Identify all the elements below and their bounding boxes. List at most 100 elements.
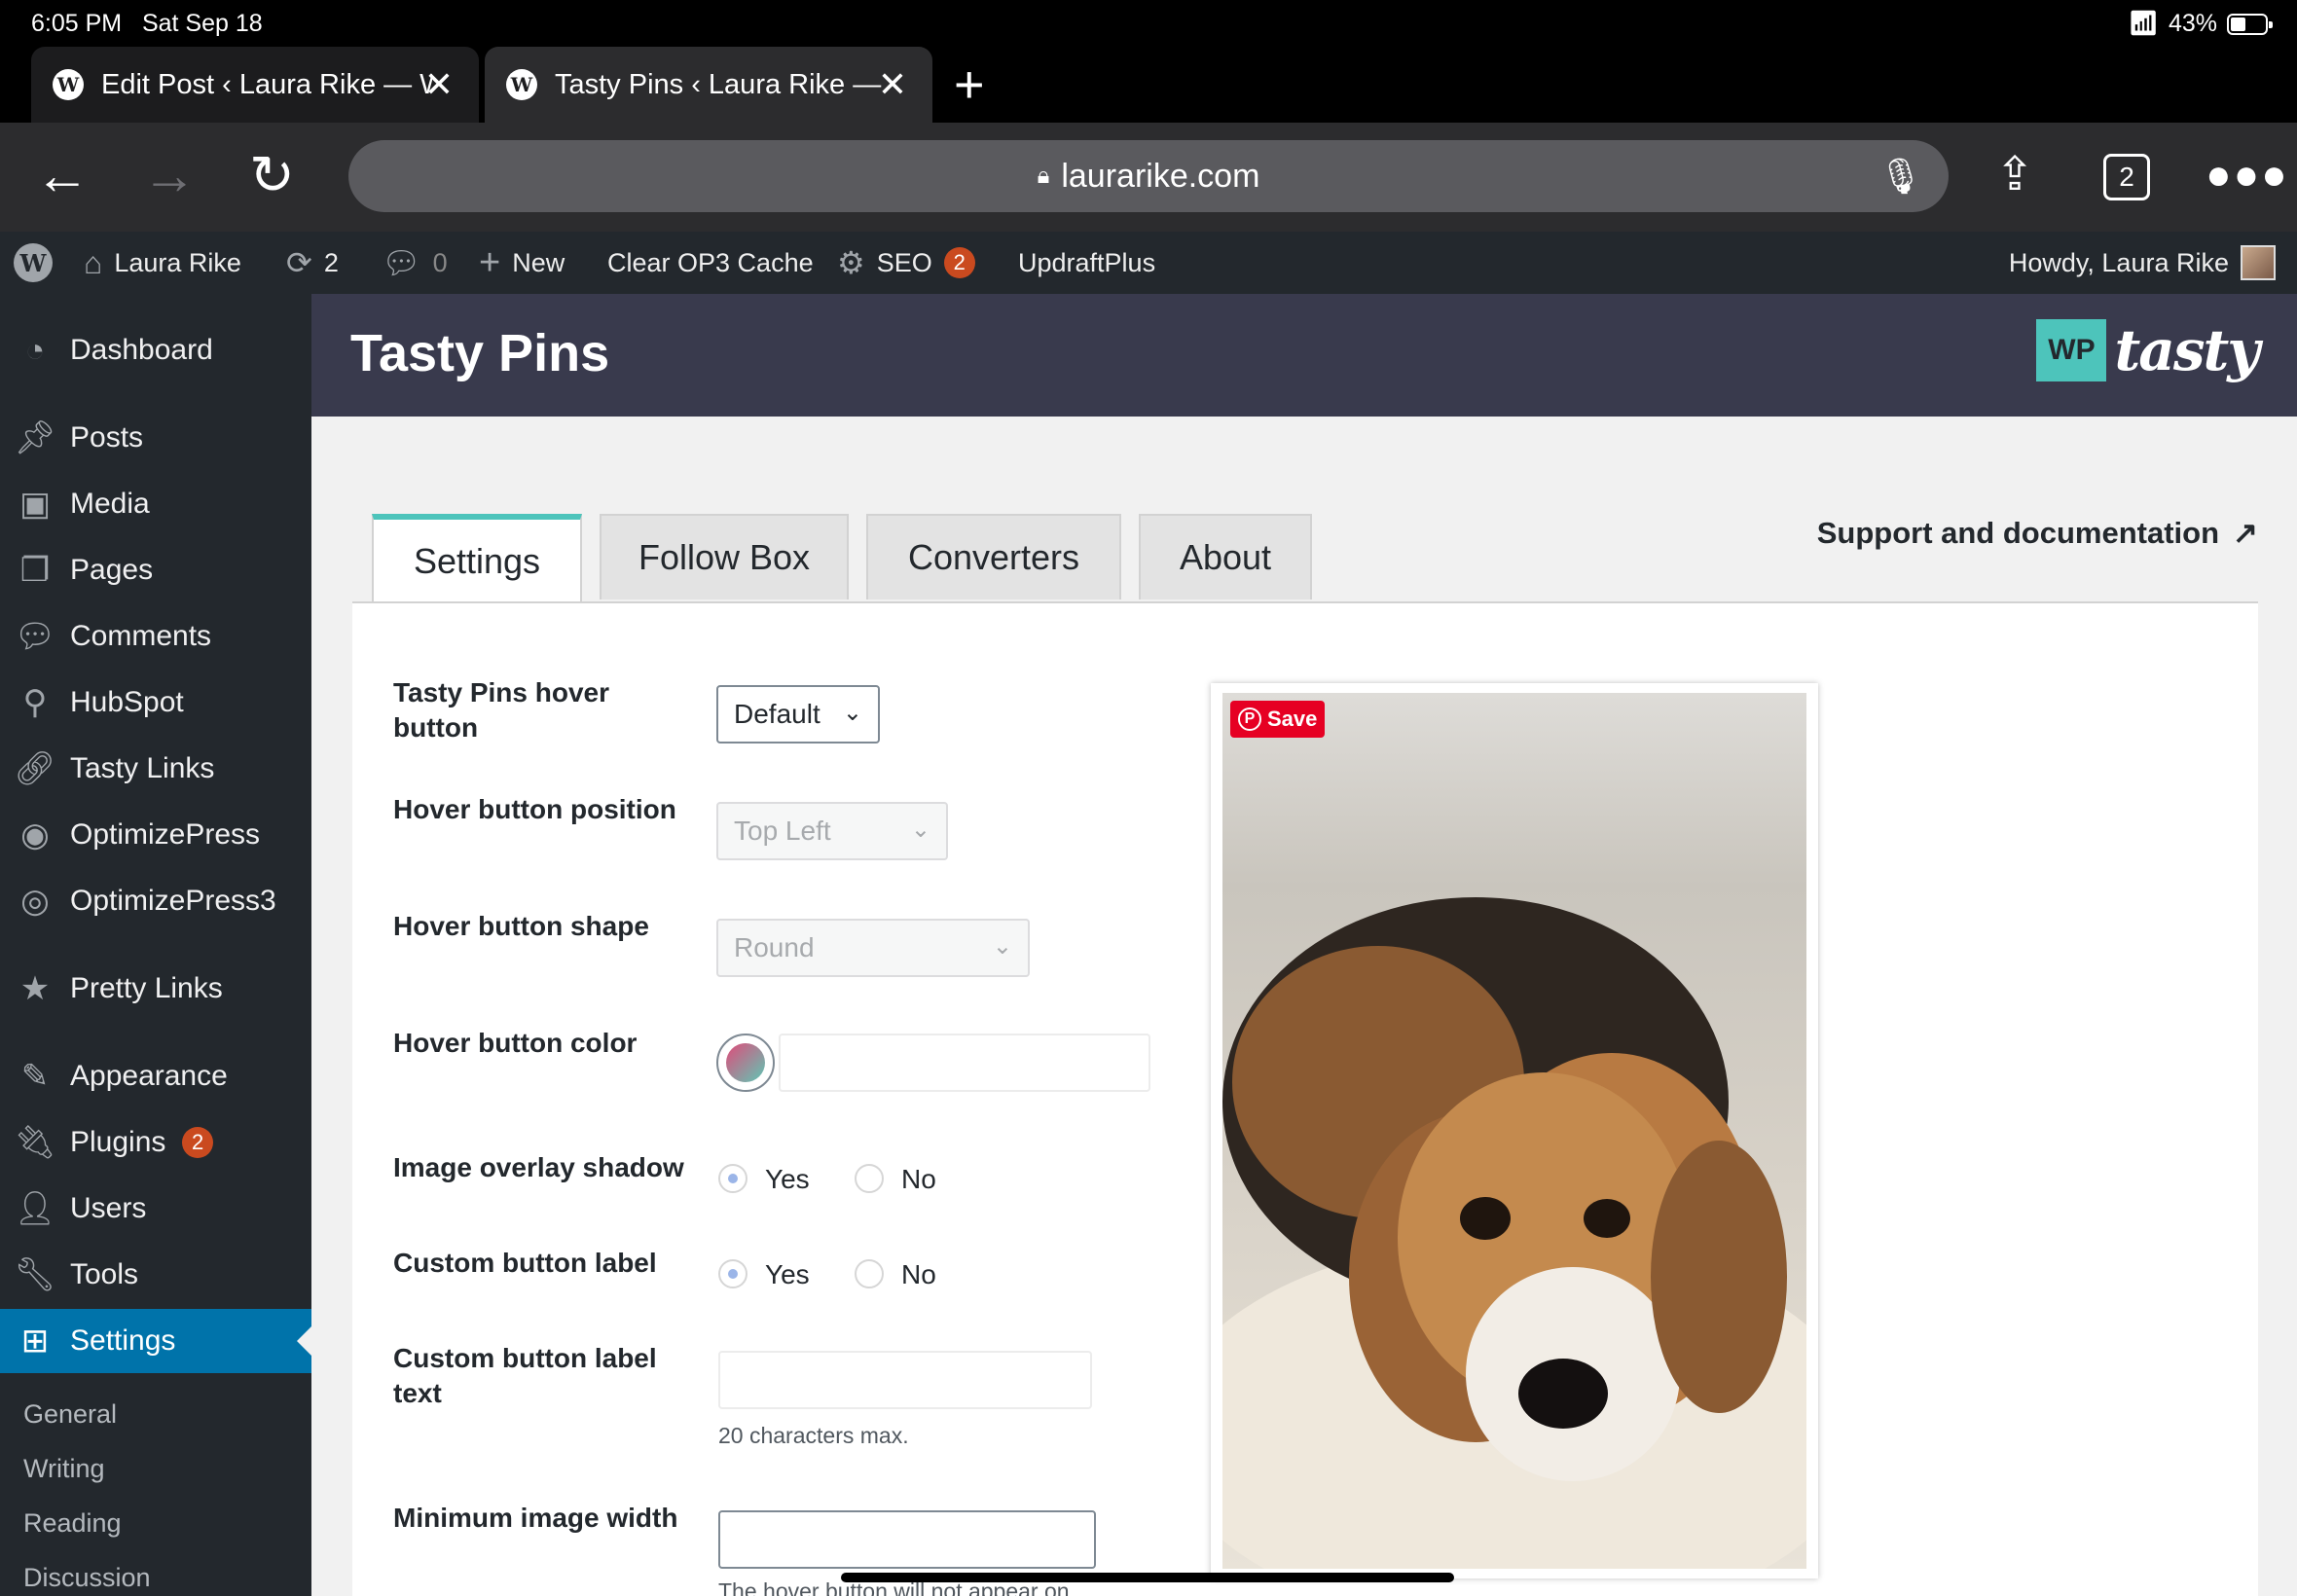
status-time: 6:05 PM Sat Sep 18 <box>31 10 263 37</box>
sidebar-item-pretty-links[interactable]: ★ Pretty Links <box>0 957 311 1021</box>
submenu-general[interactable]: General <box>23 1399 117 1430</box>
sidebar-item-tools[interactable]: 🔧︎ Tools <box>0 1243 311 1307</box>
sidebar-item-optimizepress3[interactable]: ◎ OptimizePress3 <box>0 869 311 933</box>
new-tab-plus-icon[interactable]: + <box>954 54 985 115</box>
sidebar-item-plugins[interactable]: 🔌︎ Plugins 2 <box>0 1110 311 1175</box>
updraftplus-link[interactable]: UpdraftPlus <box>1018 232 1155 294</box>
browser-toolbar: ← → ↻ 🔒︎ laurarike.com 🎙︎ ⇪ 2 ●●● <box>0 123 2297 232</box>
chevron-down-icon: ⌄ <box>842 700 862 726</box>
close-tab-icon[interactable]: ✕ <box>878 64 907 105</box>
hover-shape-select[interactable]: Round ⌄ <box>716 919 1030 977</box>
updates-link[interactable]: ⟳ 2 <box>286 232 339 294</box>
plug-icon: 🔌︎ <box>14 1124 56 1161</box>
label-hover-shape: Hover button shape <box>393 911 649 941</box>
brush-icon: ✎ <box>20 1058 50 1095</box>
comment-bubble-icon: 💬︎ <box>382 245 421 280</box>
color-picker-swatch[interactable] <box>716 1034 775 1092</box>
sidebar-item-hubspot[interactable]: ⚲ HubSpot <box>0 671 311 735</box>
overlay-shadow-yes-label: Yes <box>765 1164 810 1194</box>
user-icon: 👤︎ <box>14 1190 56 1227</box>
sidebar-item-posts[interactable]: 📌︎ Posts <box>0 406 311 470</box>
seo-count-badge: 2 <box>943 247 975 278</box>
optimizepress3-icon: ◎ <box>20 883 50 920</box>
tab-overview-button[interactable]: 2 <box>2103 154 2150 200</box>
hover-position-select[interactable]: Top Left ⌄ <box>716 802 948 860</box>
close-tab-icon[interactable]: ✕ <box>424 64 454 105</box>
admin-sidebar: ◔ Dashboard 📌︎ Posts ▣ Media ❐ Pages 💬︎ Comme… <box>0 294 311 1596</box>
color-hex-input[interactable] <box>779 1034 1150 1092</box>
dog-preview-image: P Save <box>1222 693 1806 1569</box>
label-custom-button-text: Custom button label text <box>393 1343 657 1408</box>
overlay-shadow-yes-radio[interactable] <box>718 1164 747 1193</box>
link-icon: 🔗︎ <box>14 750 56 787</box>
back-arrow-icon[interactable]: ← <box>35 148 90 202</box>
sidebar-item-comments[interactable]: 💬︎ Comments <box>0 604 311 669</box>
chevron-down-icon: ⌄ <box>992 933 1012 960</box>
browser-tab-tasty-pins[interactable]: W Tasty Pins ‹ Laura Rike — W ✕ <box>485 47 932 123</box>
microphone-icon[interactable]: 🎙︎ <box>1878 156 1923 197</box>
tab-about[interactable]: About <box>1139 514 1312 599</box>
pinterest-icon: P <box>1238 707 1261 731</box>
share-icon[interactable]: ⇪ <box>1995 148 2034 202</box>
submenu-reading[interactable]: Reading <box>23 1508 122 1539</box>
sidebar-item-settings[interactable]: ⊞ Settings <box>0 1309 311 1373</box>
tab-follow-box[interactable]: Follow Box <box>600 514 849 599</box>
submenu-discussion[interactable]: Discussion <box>23 1563 151 1593</box>
battery-icon <box>2227 13 2273 35</box>
wifi-icon: 📶︎ <box>2128 10 2159 37</box>
browser-tab-edit-post[interactable]: W Edit Post ‹ Laura Rike — W ✕ <box>31 47 479 123</box>
sidebar-item-dashboard[interactable]: ◔ Dashboard <box>0 318 311 382</box>
reload-icon[interactable]: ↻ <box>249 148 295 202</box>
overlay-shadow-no-label: No <box>901 1164 936 1194</box>
url-text: laurarike.com <box>1061 157 1260 195</box>
min-width-input[interactable] <box>718 1510 1096 1569</box>
sidebar-item-pages[interactable]: ❐ Pages <box>0 538 311 602</box>
hubspot-icon: ⚲ <box>22 684 48 721</box>
wordpress-favicon-icon: W <box>53 69 84 100</box>
sidebar-item-tasty-links[interactable]: 🔗︎ Tasty Links <box>0 737 311 801</box>
custom-label-no-radio[interactable] <box>855 1259 884 1288</box>
label-hover-button: Tasty Pins hover button <box>393 677 610 743</box>
sidebar-item-appearance[interactable]: ✎ Appearance <box>0 1044 311 1108</box>
label-min-width: Minimum image width <box>393 1503 678 1533</box>
comment-icon: 💬︎ <box>14 618 56 655</box>
label-custom-button: Custom button label <box>393 1248 657 1278</box>
plus-icon: + <box>479 241 501 283</box>
custom-label-yes-radio[interactable] <box>718 1259 747 1288</box>
tab-settings[interactable]: Settings <box>372 514 582 603</box>
wp-logo-menu[interactable]: W <box>14 232 53 294</box>
status-bar: 6:05 PM Sat Sep 18 📶︎ 43% <box>0 0 2297 47</box>
more-icon[interactable]: ●●● <box>2206 148 2289 202</box>
comments-link[interactable]: 💬︎ 0 <box>382 232 448 294</box>
custom-label-no-label: No <box>901 1259 936 1289</box>
custom-label-text-input[interactable] <box>718 1351 1092 1409</box>
sidebar-item-media[interactable]: ▣ Media <box>0 472 311 536</box>
tab-converters[interactable]: Converters <box>866 514 1121 599</box>
lock-icon: 🔒︎ <box>1037 163 1050 189</box>
seo-menu[interactable]: ⚙ SEO 2 <box>837 232 975 294</box>
account-menu[interactable]: Howdy, Laura Rike <box>2009 232 2276 294</box>
pin-icon: 📌︎ <box>14 419 56 456</box>
new-content-link[interactable]: + New <box>479 232 565 294</box>
sidebar-item-optimizepress[interactable]: ◉ OptimizePress <box>0 803 311 867</box>
home-icon: ⌂ <box>84 244 103 280</box>
forward-arrow-icon[interactable]: → <box>142 148 197 202</box>
label-hover-color: Hover button color <box>393 1028 638 1058</box>
chevron-down-icon: ⌄ <box>910 816 930 843</box>
home-indicator <box>841 1573 1454 1582</box>
address-bar[interactable]: 🔒︎ laurarike.com 🎙︎ <box>348 140 1949 212</box>
label-hover-position: Hover button position <box>393 794 676 824</box>
support-documentation-link[interactable]: Support and documentation ↗ <box>1817 516 2258 551</box>
gear-icon: ⚙ <box>837 245 865 280</box>
clear-op3-cache-link[interactable]: Clear OP3 Cache <box>607 232 814 294</box>
pinterest-save-button[interactable]: P Save <box>1230 701 1326 738</box>
sidebar-item-users[interactable]: 👤︎ Users <box>0 1177 311 1241</box>
site-name-link[interactable]: ⌂ Laura Rike <box>84 232 241 294</box>
battery-percent: 43% <box>2168 10 2217 37</box>
media-icon: ▣ <box>18 486 52 523</box>
hover-button-select[interactable]: Default ⌄ <box>716 685 880 744</box>
overlay-shadow-no-radio[interactable] <box>855 1164 884 1193</box>
dashboard-icon: ◔ <box>24 331 46 369</box>
submenu-writing[interactable]: Writing <box>23 1454 105 1484</box>
settings-icon: ⊞ <box>20 1323 50 1360</box>
